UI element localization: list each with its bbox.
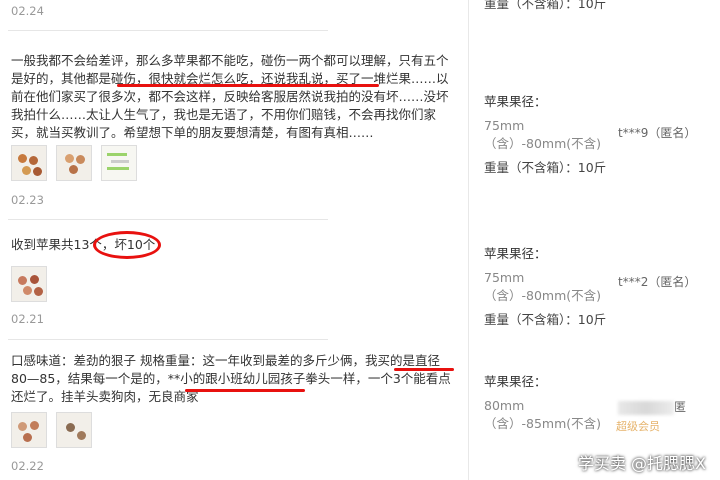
review-text: 收到苹果共13个，坏10个 bbox=[11, 237, 156, 252]
buyer-anon-suffix: 匿 bbox=[674, 400, 687, 414]
spec-label: 苹果果径： bbox=[484, 374, 547, 389]
review-divider bbox=[8, 219, 328, 220]
spec-label: 苹果果径： bbox=[484, 246, 547, 261]
buyer-name-blurred: 匿 bbox=[618, 398, 686, 415]
weight-label: 重量（不含箱）： bbox=[484, 312, 578, 327]
review-text: 口感味道：差劲的狠子 规格重量：这一年收到最差的多斤少俩，我买的是直径80—85… bbox=[11, 353, 451, 404]
review-images bbox=[11, 266, 47, 302]
buyer-name: t***2（匿名） bbox=[618, 275, 697, 289]
weight-value: 10斤 bbox=[577, 312, 607, 327]
buyer-name: t***9（匿名） bbox=[618, 126, 697, 140]
review-date: 02.21 bbox=[11, 312, 44, 326]
review-date: 02.22 bbox=[11, 459, 44, 473]
annotation-underline bbox=[185, 389, 305, 392]
spec-value: 75mm（含）-80mm(不含) bbox=[484, 270, 602, 303]
review-date: 02.23 bbox=[11, 193, 44, 207]
review-spec: 苹果果径： 75mm（含）-80mm(不含) 重量（不含箱）：10斤 bbox=[484, 93, 614, 177]
review-spec: 重量（不含箱）：10斤 bbox=[484, 0, 606, 13]
weight-label: 重量（不含箱）： bbox=[484, 160, 578, 175]
review-image-apples[interactable] bbox=[11, 145, 47, 181]
vip-badge: 超级会员 bbox=[616, 420, 660, 433]
annotation-circle bbox=[93, 231, 161, 259]
review-image-apples[interactable] bbox=[56, 412, 92, 448]
review-date: 02.24 bbox=[11, 4, 44, 18]
spec-label: 苹果果径： bbox=[484, 94, 547, 109]
weight-label: 重量（不含箱）： bbox=[484, 0, 578, 11]
annotation-underline bbox=[394, 368, 454, 371]
review-image-apples[interactable] bbox=[11, 266, 47, 302]
weight-value: 10斤 bbox=[577, 160, 607, 175]
spec-value: 75mm（含）-80mm(不含) bbox=[484, 118, 602, 151]
review-spec: 苹果果径： 75mm（含）-80mm(不含) 重量（不含箱）：10斤 bbox=[484, 245, 614, 329]
review-spec: 苹果果径： 80mm（含）-85mm(不含) bbox=[484, 373, 614, 433]
review-image-apples[interactable] bbox=[11, 412, 47, 448]
review-image-apples[interactable] bbox=[56, 145, 92, 181]
review-images bbox=[11, 145, 137, 181]
annotation-underline bbox=[117, 84, 379, 87]
spec-value: 80mm（含）-85mm(不含) bbox=[484, 398, 602, 431]
review-text: 一般我都不会给差评，那么多苹果都不能吃，碰伤一两个都可以理解，只有五个是好的，其… bbox=[11, 53, 449, 140]
review-divider bbox=[8, 30, 328, 31]
review-divider bbox=[8, 339, 328, 340]
weight-value: 10斤 bbox=[577, 0, 607, 11]
review-images bbox=[11, 412, 92, 448]
watermark: 学买卖 @托腮腮X bbox=[577, 454, 706, 473]
column-divider bbox=[468, 0, 469, 480]
review-image-chat-screenshot[interactable] bbox=[101, 145, 137, 181]
blurred-username bbox=[618, 400, 674, 415]
